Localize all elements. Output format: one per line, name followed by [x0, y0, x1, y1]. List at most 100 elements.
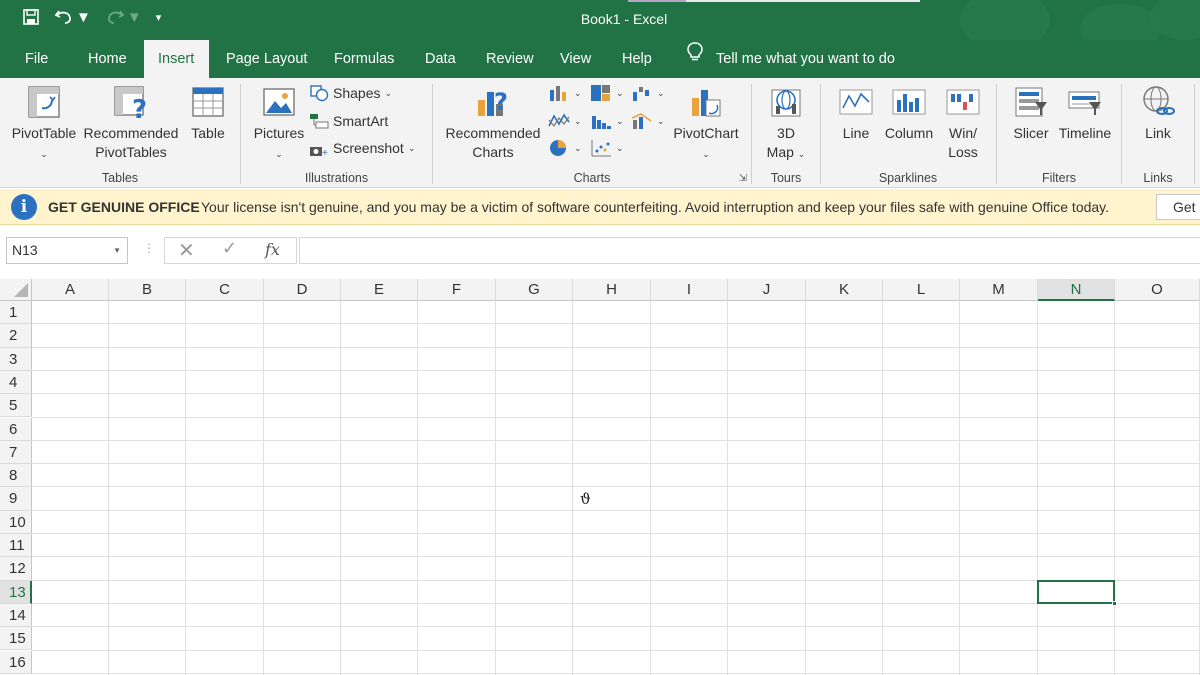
tab-formulas[interactable]: Formulas	[320, 40, 408, 78]
row-gridline	[32, 463, 1200, 465]
row-header-1[interactable]: 1	[0, 301, 32, 325]
row-header-3[interactable]: 3	[0, 347, 32, 371]
sparkline-line-button[interactable]: Line	[837, 84, 875, 143]
active-cell[interactable]	[1037, 579, 1117, 606]
cancel-icon[interactable]: ✕	[178, 238, 195, 263]
slicer-icon	[1015, 87, 1047, 117]
row-header-16[interactable]: 16	[0, 650, 32, 674]
name-box[interactable]: N13 ▼	[6, 237, 128, 264]
column-header-j[interactable]: J	[728, 279, 806, 301]
line-chart-button[interactable]: ⌄	[548, 112, 582, 130]
row-header-9[interactable]: 9	[0, 487, 32, 511]
row-header-13[interactable]: 13	[0, 580, 32, 604]
tab-file[interactable]: File	[11, 40, 62, 78]
hierarchy-chart-icon	[591, 85, 610, 101]
genuine-office-message-bar: i GET GENUINE OFFICE Your license isn't …	[0, 189, 1200, 225]
link-button[interactable]: Link	[1136, 84, 1180, 143]
slicer-button[interactable]: Slicer	[1009, 84, 1053, 143]
tab-view[interactable]: View	[546, 40, 605, 78]
worksheet-grid[interactable]: A B C D E F G H I J K L M N O 1 2 3 4 5 6 7 8 9 10 11 12 13 14 15 16 ϑ	[0, 277, 1200, 675]
column-header-f[interactable]: F	[418, 279, 496, 301]
group-label-illustrations: Illustrations	[304, 171, 369, 185]
waterfall-chart-button[interactable]: ⌄	[631, 84, 665, 102]
combo-chart-button[interactable]: ⌄	[631, 112, 665, 130]
column-header-g[interactable]: G	[496, 279, 573, 301]
row-header-2[interactable]: 2	[0, 324, 32, 348]
table-button[interactable]: Table	[186, 84, 230, 143]
table-label: Table	[191, 125, 225, 141]
row-gridline	[32, 346, 1200, 348]
row-header-10[interactable]: 10	[0, 510, 32, 534]
3d-map-button[interactable]: 3D Map ⌄	[758, 84, 814, 164]
column-header-m[interactable]: M	[960, 279, 1038, 301]
sparkline-column-label: Column	[884, 125, 934, 141]
dialog-launcher-icon[interactable]: ⇲	[739, 173, 747, 184]
formula-input[interactable]	[299, 237, 1200, 264]
column-header-l[interactable]: L	[883, 279, 960, 301]
shapes-label: Shapes	[333, 85, 381, 101]
fill-handle[interactable]	[1112, 600, 1117, 606]
pie-chart-button[interactable]: ⌄	[548, 139, 582, 157]
scatter-chart-button[interactable]: ⌄	[590, 139, 624, 157]
screenshot-label: Screenshot	[333, 140, 404, 156]
column-header-n[interactable]: N	[1038, 279, 1115, 301]
timeline-button[interactable]: Timeline	[1055, 84, 1115, 143]
row-header-8[interactable]: 8	[0, 464, 32, 488]
enter-check-icon[interactable]: ✓	[222, 238, 237, 259]
sparkline-column-button[interactable]: Column	[881, 84, 937, 143]
tab-data[interactable]: Data	[411, 40, 470, 78]
row-gridline	[32, 369, 1200, 371]
column-chart-button[interactable]: ⌄	[548, 84, 582, 102]
row-header-15[interactable]: 15	[0, 627, 32, 651]
column-header-o[interactable]: O	[1115, 279, 1200, 301]
link-globe-icon	[1143, 86, 1175, 115]
message-text: Your license isn't genuine, and you may …	[201, 199, 1110, 215]
column-header-b[interactable]: B	[109, 279, 186, 301]
get-genuine-button[interactable]: Get	[1156, 194, 1200, 220]
hierarchy-chart-button[interactable]: ⌄	[590, 84, 624, 102]
tab-home[interactable]: Home	[74, 40, 141, 78]
3d-map-label2: Map	[766, 144, 794, 160]
tell-me-search[interactable]: Tell me what you want to do	[686, 40, 895, 78]
recommended-pivottables-button[interactable]: ? Recommended PivotTables	[81, 84, 181, 162]
row-header-11[interactable]: 11	[0, 534, 32, 558]
column-header-i[interactable]: I	[651, 279, 728, 301]
name-box-dropdown-icon[interactable]: ▼	[113, 238, 121, 263]
group-label-links: Links	[1143, 171, 1173, 185]
column-header-c[interactable]: C	[186, 279, 264, 301]
row-header-14[interactable]: 14	[0, 603, 32, 628]
column-header-k[interactable]: K	[806, 279, 883, 301]
column-header-a[interactable]: A	[32, 279, 109, 301]
tab-review[interactable]: Review	[472, 40, 548, 78]
column-header-h[interactable]: H	[573, 279, 651, 301]
column-gridline	[882, 301, 883, 675]
name-box-value: N13	[12, 242, 38, 258]
column-gridline	[727, 301, 728, 675]
sparkline-line-icon	[839, 89, 873, 115]
tab-help[interactable]: Help	[608, 40, 666, 78]
smartart-button[interactable]: SmartArt	[309, 112, 388, 130]
pictures-button[interactable]: Pictures ⌄	[251, 84, 307, 164]
column-gridline	[650, 301, 651, 675]
statistic-chart-button[interactable]: ⌄	[590, 112, 624, 130]
table-icon	[192, 87, 224, 117]
shapes-button[interactable]: Shapes ⌄	[309, 84, 392, 102]
formula-bar-grip-icon[interactable]: ⋮	[143, 241, 155, 255]
row-header-4[interactable]: 4	[0, 370, 32, 395]
row-header-6[interactable]: 6	[0, 417, 32, 441]
column-header-e[interactable]: E	[341, 279, 418, 301]
group-illustrations: Pictures ⌄ Shapes ⌄ SmartArt + Screenshot ⌄…	[241, 78, 432, 188]
select-all-button[interactable]	[0, 279, 32, 301]
row-header-5[interactable]: 5	[0, 394, 32, 418]
pivottable-button[interactable]: PivotTable ⌄	[10, 84, 78, 164]
insert-function-icon[interactable]: fx	[265, 240, 280, 259]
row-header-7[interactable]: 7	[0, 440, 32, 465]
tab-page-layout[interactable]: Page Layout	[212, 40, 321, 78]
row-header-12[interactable]: 12	[0, 557, 32, 581]
pivotchart-button[interactable]: PivotChart ⌄	[671, 84, 741, 164]
tab-insert[interactable]: Insert	[144, 40, 209, 78]
column-header-d[interactable]: D	[264, 279, 341, 301]
recommended-charts-button[interactable]: ? Recommended Charts	[443, 84, 543, 162]
screenshot-button[interactable]: + Screenshot ⌄	[309, 139, 415, 157]
sparkline-winloss-button[interactable]: Win/Loss	[941, 84, 985, 162]
